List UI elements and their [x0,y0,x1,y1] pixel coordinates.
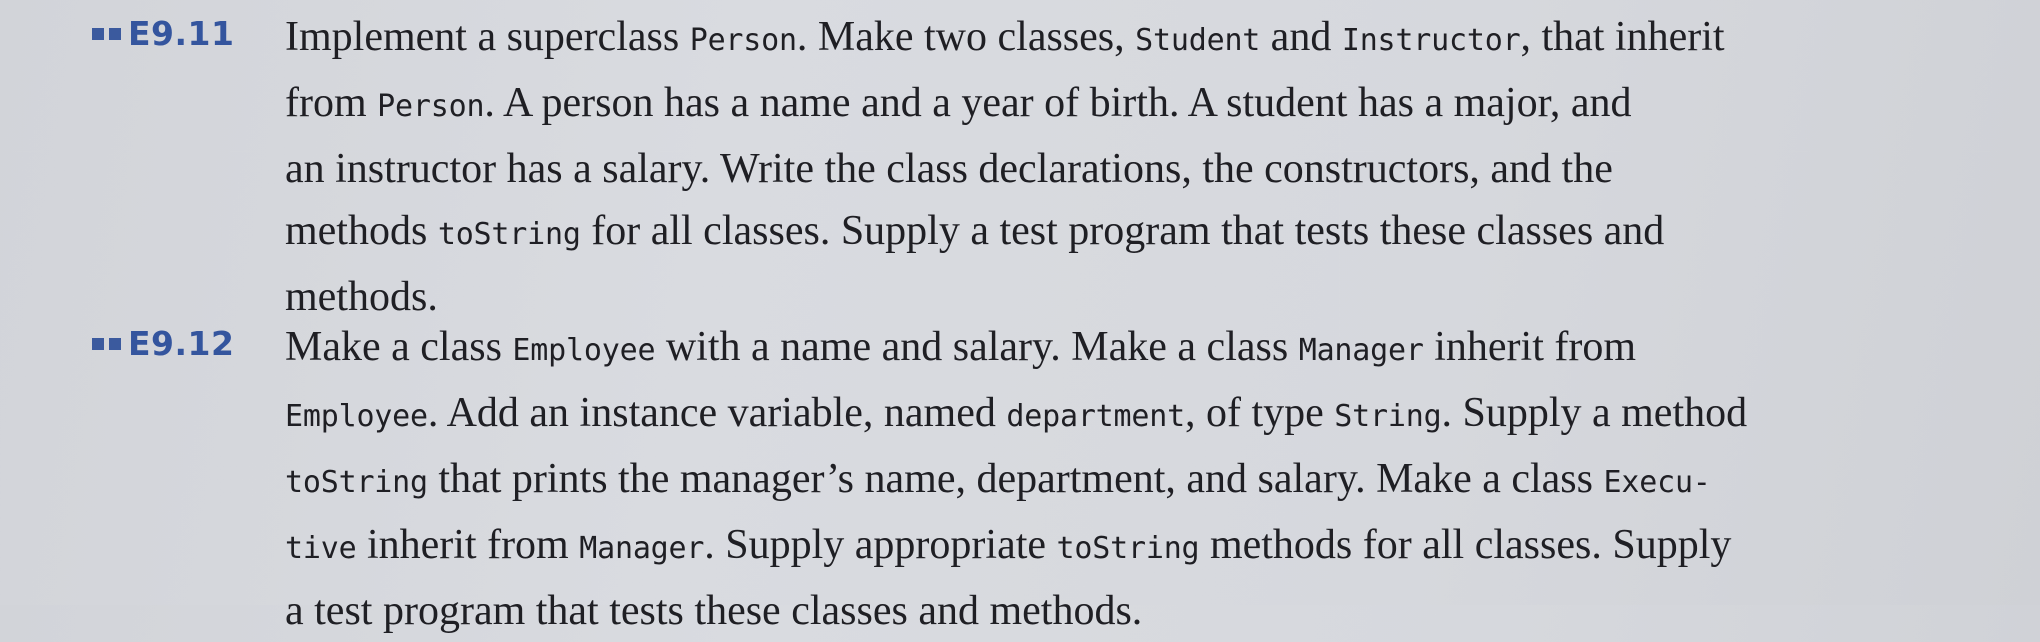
inline-code: tive [285,531,357,566]
difficulty-marker [92,28,121,40]
inline-code: Student [1135,23,1261,58]
text-run: Implement a superclass [285,14,690,60]
text-line: tive inherit from Manager. Supply approp… [285,514,2005,580]
text-line: an instructor has a salary. Write the cl… [285,138,2005,200]
difficulty-square-icon [92,28,104,40]
text-run: . Supply appropriate [704,522,1057,568]
inline-code: Person [689,23,797,58]
difficulty-square-icon [109,28,121,40]
text-run: methods [285,208,438,254]
difficulty-square-icon [92,338,104,350]
text-run: methods. [285,274,438,320]
text-run: for all classes. Supply a test program t… [580,208,1665,254]
text-line: from Person. A person has a name and a y… [285,72,2005,138]
inline-code: Instructor [1341,23,1521,58]
text-run: . Make two classes, [796,14,1136,60]
text-run: , of type [1185,390,1335,436]
inline-code: toString [1056,531,1200,566]
text-run: . A person has a name and a year of birt… [484,80,1632,126]
inline-code: Execu- [1603,465,1711,500]
exercise-number: E9.12 [128,324,235,363]
difficulty-square-icon [109,338,121,350]
text-run: and [1260,14,1342,60]
text-run: that prints the manager’s name, departme… [427,456,1604,502]
exercise-text: Implement a superclass Person. Make two … [285,6,2005,328]
inline-code: Manager [579,531,705,566]
inline-code: Person [377,89,485,124]
inline-code: Employee [285,399,428,434]
exercise-text: Make a class Employee with a name and sa… [285,316,2005,642]
text-run: with a name and salary. Make a class [655,324,1299,370]
text-run: Make a class [285,324,513,370]
inline-code: toString [437,217,581,252]
text-run: a test program that tests these classes … [285,588,1143,634]
inline-code: toString [285,465,428,500]
text-line: toString that prints the manager’s name,… [285,448,2005,514]
text-line: a test program that tests these classes … [285,580,2005,642]
text-run: from [285,80,378,126]
text-run: an instructor has a salary. Write the cl… [285,146,1613,192]
exercise-number: E9.11 [128,14,235,53]
inline-code: String [1334,399,1442,434]
text-line: Make a class Employee with a name and sa… [285,316,2005,382]
inline-code: Manager [1298,333,1424,368]
text-line: Implement a superclass Person. Make two … [285,6,2005,72]
text-run: methods for all classes. Supply [1199,522,1732,568]
textbook-page: E9.11 Implement a superclass Person. Mak… [0,0,2040,634]
text-run: inherit from [1423,324,1637,370]
inline-code: Employee [512,333,656,368]
text-run: inherit from [356,522,580,568]
inline-code: department [1006,399,1185,434]
text-run: . Add an instance variable, named [427,390,1007,436]
difficulty-marker [92,338,121,350]
text-run: , that inherit [1520,14,1725,60]
text-line: methods toString for all classes. Supply… [285,200,2005,266]
text-line: Employee. Add an instance variable, name… [285,382,2005,448]
text-run: . Supply a method [1441,390,1748,436]
